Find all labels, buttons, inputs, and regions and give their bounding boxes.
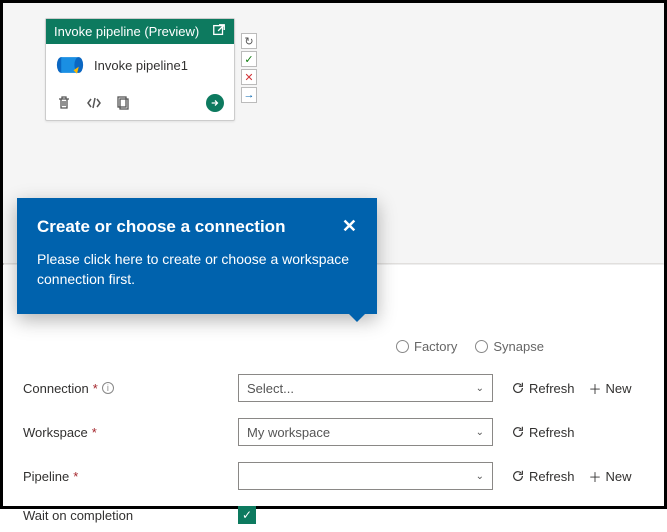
radio-synapse-label: Synapse — [493, 339, 544, 354]
workspace-value: My workspace — [247, 425, 330, 440]
radio-factory-label: Factory — [414, 339, 457, 354]
chevron-down-icon: ⌄ — [476, 471, 484, 482]
activity-body: Invoke pipeline1 — [46, 44, 234, 90]
activity-status-icons: ↻ ✓ ✕ → — [241, 33, 257, 103]
activity-name[interactable]: Invoke pipeline1 — [94, 58, 188, 73]
row-wait: Wait on completion ✓ — [3, 498, 664, 532]
required-indicator: * — [92, 425, 97, 440]
connection-label: Connection — [23, 381, 89, 396]
row-pipeline: Pipeline * ⌄ Refresh ＋ New — [3, 454, 664, 498]
callout-title: Create or choose a connection — [37, 217, 285, 237]
status-retry-icon[interactable]: ↻ — [241, 33, 257, 49]
status-skip-icon[interactable]: → — [241, 87, 257, 103]
pipeline-label: Pipeline — [23, 469, 69, 484]
close-icon[interactable]: ✕ — [342, 216, 357, 237]
pipeline-icon — [56, 54, 84, 76]
plus-icon: ＋ — [589, 467, 602, 486]
row-connection: Connection * i Select... ⌄ Refresh ＋ New — [3, 366, 664, 410]
plus-icon: ＋ — [589, 379, 602, 398]
workspace-label: Workspace — [23, 425, 88, 440]
new-label: New — [606, 381, 632, 396]
radio-icon — [396, 340, 409, 353]
activity-header-label: Invoke pipeline (Preview) — [54, 24, 199, 39]
new-label: New — [606, 469, 632, 484]
delete-icon[interactable] — [56, 95, 72, 111]
connection-value: Select... — [247, 381, 294, 396]
required-indicator: * — [93, 381, 98, 396]
activity-footer — [46, 90, 234, 120]
chevron-down-icon: ⌄ — [476, 383, 484, 394]
radio-icon — [475, 340, 488, 353]
run-icon[interactable] — [206, 94, 224, 112]
radio-factory[interactable]: Factory — [396, 339, 457, 354]
chevron-down-icon: ⌄ — [476, 427, 484, 438]
activity-card[interactable]: Invoke pipeline (Preview) Invoke pipelin… — [45, 18, 235, 121]
wait-label: Wait on completion — [23, 508, 133, 523]
info-icon[interactable]: i — [102, 382, 114, 394]
refresh-label: Refresh — [529, 425, 575, 440]
workspace-select[interactable]: My workspace ⌄ — [238, 418, 493, 446]
connection-callout: Create or choose a connection ✕ Please c… — [17, 198, 377, 314]
status-success-icon[interactable]: ✓ — [241, 51, 257, 67]
refresh-label: Refresh — [529, 381, 575, 396]
copy-icon[interactable] — [116, 95, 132, 111]
code-icon[interactable] — [86, 95, 102, 111]
radio-synapse[interactable]: Synapse — [475, 339, 544, 354]
refresh-label: Refresh — [529, 469, 575, 484]
connection-new-button[interactable]: ＋ New — [589, 379, 632, 398]
row-workspace: Workspace * My workspace ⌄ Refresh — [3, 410, 664, 454]
connection-refresh-button[interactable]: Refresh — [511, 381, 575, 396]
connection-select[interactable]: Select... ⌄ — [238, 374, 493, 402]
required-indicator: * — [73, 469, 78, 484]
workspace-refresh-button[interactable]: Refresh — [511, 425, 575, 440]
activity-header: Invoke pipeline (Preview) — [46, 19, 234, 44]
open-external-icon[interactable] — [212, 23, 226, 40]
pipeline-new-button[interactable]: ＋ New — [589, 467, 632, 486]
callout-body: Please click here to create or choose a … — [37, 249, 357, 290]
status-fail-icon[interactable]: ✕ — [241, 69, 257, 85]
pipeline-select[interactable]: ⌄ — [238, 462, 493, 490]
pipeline-refresh-button[interactable]: Refresh — [511, 469, 575, 484]
factory-type-row: Factory Synapse — [3, 335, 664, 366]
